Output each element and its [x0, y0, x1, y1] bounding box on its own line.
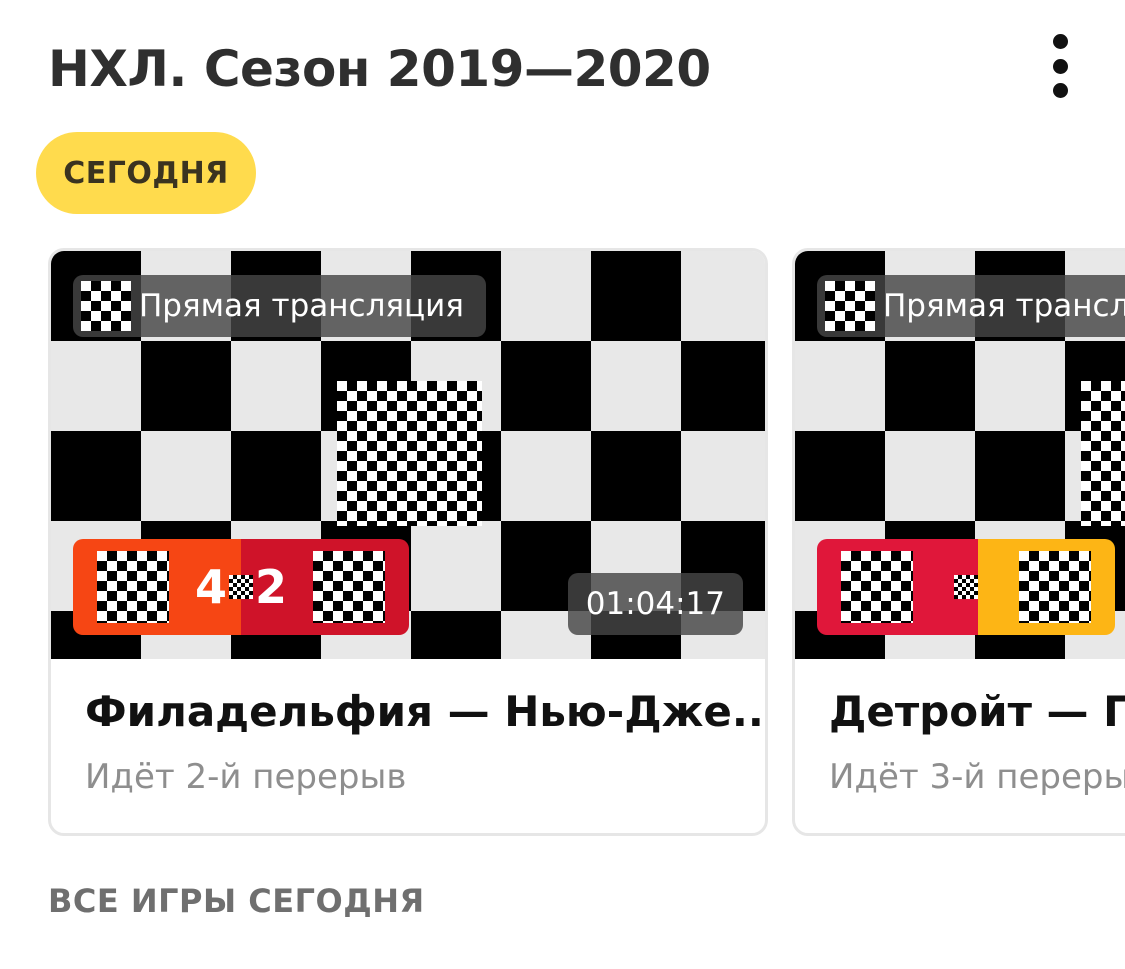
match-title[interactable]: Филадельфия — Нью-Дже...: [85, 687, 765, 736]
live-label: Прямая трансляция: [139, 288, 464, 324]
more-dot: [1052, 83, 1068, 98]
more-vertical-icon[interactable]: [1030, 30, 1090, 102]
match-card[interactable]: Прямая трансляция Детройт — Питтсбург Ид…: [792, 248, 1125, 836]
league-logo-image: [337, 381, 482, 526]
away-team-logo-icon: [1018, 551, 1091, 623]
away-team-logo-icon: [313, 551, 385, 623]
all-games-link[interactable]: ВСЕ ИГРЫ СЕГОДНЯ: [48, 882, 425, 920]
away-score: 2: [255, 560, 288, 614]
page: НХЛ. Сезон 2019—2020 СЕГОДНЯ Прямая тран…: [0, 0, 1125, 969]
home-score: 4: [194, 560, 227, 614]
match-thumbnail[interactable]: Прямая трансляция 4 2 01:04:17: [51, 251, 765, 659]
home-team-logo-icon: [97, 551, 169, 623]
more-dot: [1052, 58, 1068, 74]
home-team-score: 4: [73, 539, 241, 635]
away-team-score: 2: [241, 539, 409, 635]
channel-logo-icon: [81, 281, 131, 331]
live-label: Прямая трансляция: [883, 288, 1125, 324]
live-badge: Прямая трансляция: [73, 275, 486, 337]
score-separator-icon: [954, 575, 978, 599]
page-title: НХЛ. Сезон 2019—2020: [48, 40, 711, 98]
league-logo-image: [1081, 381, 1125, 526]
score-board: [817, 539, 1115, 635]
live-badge: Прямая трансляция: [817, 275, 1125, 337]
filter-chip-today[interactable]: СЕГОДНЯ: [36, 132, 256, 214]
match-thumbnail[interactable]: Прямая трансляция: [795, 251, 1125, 659]
score-board: 4 2: [73, 539, 409, 635]
stream-duration: 01:04:17: [567, 573, 743, 635]
channel-logo-icon: [825, 281, 875, 331]
home-team-logo-icon: [841, 551, 913, 623]
score-separator-icon: [229, 575, 253, 599]
match-title[interactable]: Детройт — Питтсбург: [829, 687, 1125, 736]
match-status: Идёт 3-й перерыв: [829, 757, 1125, 797]
match-status: Идёт 2-й перерыв: [85, 757, 407, 797]
more-dot: [1052, 34, 1068, 49]
match-card[interactable]: Прямая трансляция 4 2 01:04:17 Филадельф…: [48, 248, 768, 836]
away-team-score: [977, 539, 1115, 635]
